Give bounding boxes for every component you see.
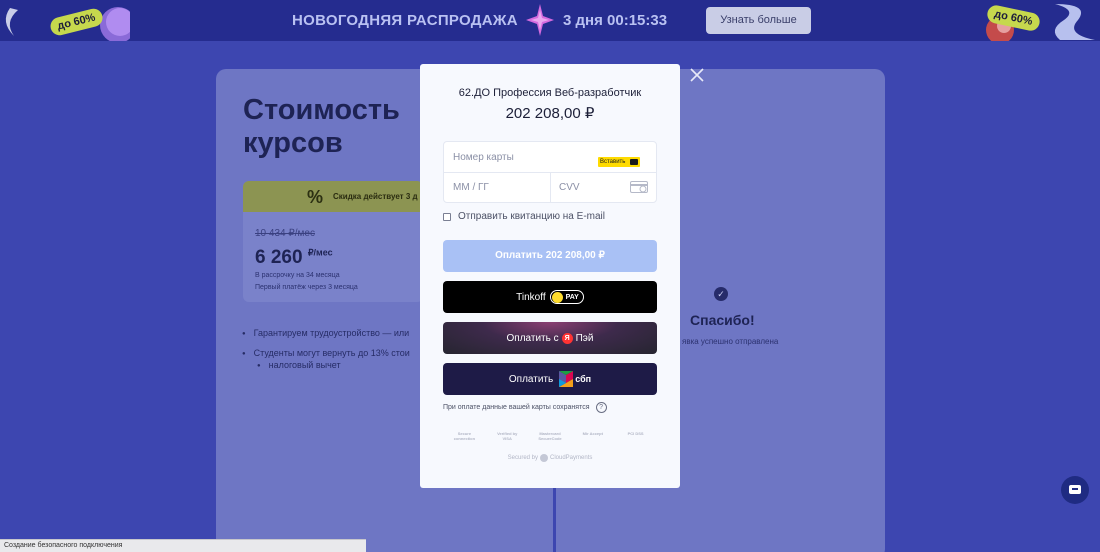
- promo-countdown: 3 дня 00:15:33: [563, 12, 668, 29]
- product-title: 62.ДО Профессия Веб-разработчик: [458, 87, 642, 99]
- benefit-item-cont: налоговый вычет: [257, 360, 341, 370]
- promo-banner: до 60% НОВОГОДНЯЯ РАСПРОДАЖА 3 дня 00:15…: [0, 0, 1100, 41]
- yandex-pay-label: Пэй: [575, 332, 594, 344]
- first-payment-note: Первый платёж через 3 месяца: [255, 284, 358, 291]
- tinkoff-pay-logo: PAY: [549, 290, 584, 304]
- secure-connection-logo: Secure connection: [453, 431, 476, 441]
- request-sent-text: явка успешно отправлена: [682, 337, 779, 346]
- email-receipt-option[interactable]: Отправить квитанцию на E-mail: [443, 211, 605, 222]
- receipt-label: Отправить квитанцию на E-mail: [458, 211, 605, 222]
- payment-amount: 202 208,00 ₽: [505, 105, 595, 122]
- mir-logo: Mir Accept: [582, 431, 603, 436]
- save-note-text: При оплате данные вашей карты сохранятся: [443, 404, 590, 411]
- cloudpayments-icon: [540, 454, 548, 462]
- paste-label: Вставить: [600, 159, 626, 165]
- sbp-pay-button[interactable]: Оплатить сбп: [443, 363, 657, 395]
- field-divider: [550, 173, 551, 203]
- card-save-note: При оплате данные вашей карты сохранятся…: [443, 402, 607, 413]
- browser-status-bar: Создание безопасного подключения: [0, 539, 366, 552]
- check-icon: ✓: [714, 287, 728, 301]
- tinkoff-pay-button[interactable]: Tinkoff PAY: [443, 281, 657, 313]
- pay-button[interactable]: Оплатить 202 208,00 ₽: [443, 240, 657, 272]
- installment-note: В рассрочку на 34 месяца: [255, 272, 340, 279]
- sbp-icon: [559, 371, 574, 387]
- thanks-heading: Спасибо!: [690, 312, 755, 328]
- old-price: 10 434 ₽/мес: [255, 228, 315, 239]
- yandex-pay-button[interactable]: Оплатить с Я Пэй: [443, 322, 657, 354]
- tinkoff-coin-icon: [551, 291, 563, 303]
- expiry-field[interactable]: ММ / ГГ: [453, 182, 489, 193]
- card-number-field[interactable]: Номер карты Вставить: [444, 142, 656, 173]
- payment-modal: 62.ДО Профессия Веб-разработчик 202 208,…: [420, 64, 680, 488]
- benefit-item: Студенты могут вернуть до 13% стои: [242, 348, 410, 358]
- security-logos: Secure connection Verified by VISA Maste…: [443, 431, 657, 441]
- chat-button[interactable]: [1061, 476, 1089, 504]
- mastercard-logo: Mastercard SecureCode: [538, 431, 562, 441]
- help-icon[interactable]: ?: [595, 402, 607, 413]
- secured-prefix: Secured by: [507, 455, 538, 461]
- cvv-field[interactable]: CVV: [559, 182, 580, 193]
- percent-icon: %: [307, 187, 324, 207]
- card-form: Номер карты Вставить ММ / ГГ CVV: [443, 141, 657, 203]
- secured-brand: CloudPayments: [550, 455, 593, 461]
- cvv-card-icon: [630, 181, 648, 193]
- close-icon[interactable]: [688, 66, 706, 84]
- sbp-label: Оплатить: [508, 373, 554, 385]
- pci-dss-logo: PCI DSS: [627, 431, 644, 436]
- paste-button[interactable]: Вставить: [598, 157, 640, 167]
- current-price: 6 260 ₽/мес: [255, 247, 333, 268]
- chat-icon: [1069, 485, 1081, 494]
- yandex-logo-icon: Я: [561, 332, 573, 344]
- secured-by: Secured by CloudPayments: [420, 454, 680, 462]
- card-icon: [630, 159, 638, 165]
- visa-logo: Verified by VISA: [497, 431, 518, 441]
- pricing-title: Стоимость курсов: [243, 94, 400, 159]
- learn-more-button[interactable]: Узнать больше: [706, 7, 811, 34]
- promo-title: НОВОГОДНЯЯ РАСПРОДАЖА: [292, 12, 518, 29]
- sbp-logo: сбп: [559, 371, 591, 387]
- benefit-item: Гарантируем трудоустройство — или: [242, 328, 410, 338]
- discount-strip: % Скидка действует 3 д: [243, 181, 423, 212]
- yandex-label: Оплатить с: [506, 332, 559, 344]
- sparkle-icon: [526, 4, 554, 36]
- tinkoff-label: Tinkoff: [516, 291, 546, 303]
- card-number-placeholder: Номер карты: [453, 152, 514, 163]
- discount-text: Скидка действует 3 д: [333, 192, 418, 201]
- receipt-checkbox[interactable]: [443, 212, 451, 221]
